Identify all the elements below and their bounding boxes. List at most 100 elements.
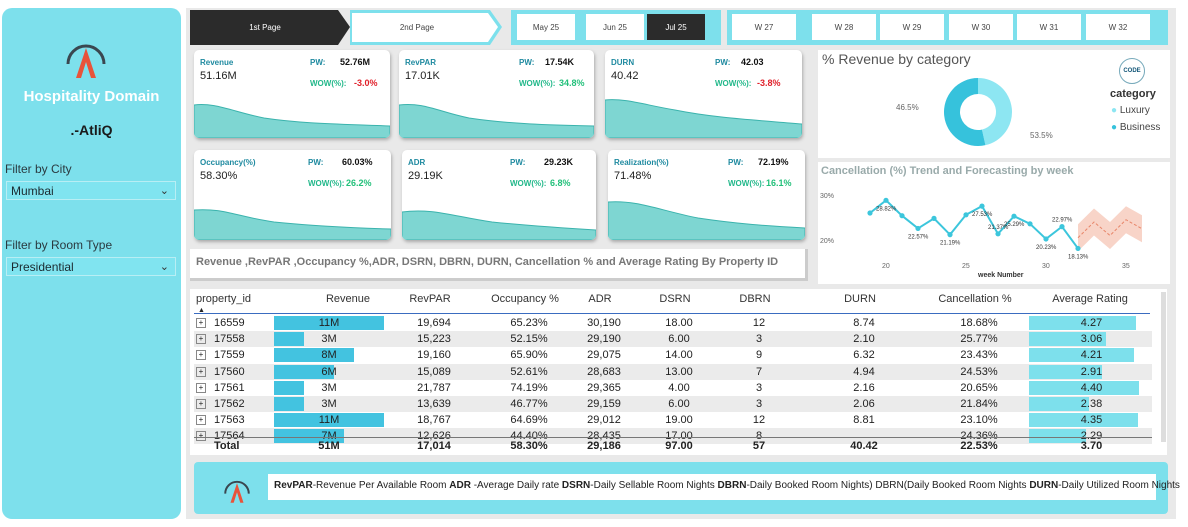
expand-icon[interactable]: + [196, 399, 206, 409]
month-option-selected[interactable]: Jul 25 [647, 14, 705, 40]
trend-data-label: 21.19% [940, 241, 961, 247]
cancellation-value: 18.68% [960, 317, 998, 329]
trend-point[interactable] [995, 231, 1001, 237]
donut-chart: 46.5% 53.5% [896, 78, 1053, 146]
column-header[interactable]: property_id [196, 293, 256, 305]
trend-point[interactable] [1011, 213, 1017, 219]
week-option[interactable]: W 28 [812, 14, 876, 40]
legend-label: Business [1119, 122, 1161, 133]
rating-value: 4.21 [1080, 349, 1103, 362]
column-header[interactable]: Average Rating [1030, 293, 1150, 305]
week-option[interactable]: W 27 [732, 14, 796, 40]
expand-icon[interactable]: + [196, 366, 206, 377]
column-header[interactable]: Occupancy % [480, 293, 570, 305]
kpi-sparkline [402, 210, 596, 240]
dsrn-value: 14.00 [665, 349, 693, 362]
column-header[interactable]: DSRN [645, 293, 705, 305]
month-option[interactable]: Jun 25 [586, 14, 644, 40]
x-tick-label: 30 [1042, 263, 1050, 270]
total-adr: 29,186 [587, 440, 621, 452]
revpar-value: 18,767 [417, 414, 451, 427]
expand-icon[interactable]: + [196, 334, 206, 345]
kpi-card-durn: DURN 40.42 PW: 42.03 WOW(%): -3.8% [605, 50, 802, 138]
revenue-value: 3M [321, 398, 337, 410]
week-option[interactable]: W 30 [949, 14, 1013, 40]
atliq-logo-icon [66, 44, 106, 78]
table-row[interactable]: + 17560 6M 15,089 52.61% 28,683 13.00 7 … [194, 363, 1152, 380]
table-row[interactable]: + 17562 3M 13,639 46.77% 29,159 6.00 3 2… [194, 396, 1152, 412]
glossary-description: -Revenue Per Available Room [312, 480, 450, 491]
expand-icon[interactable]: + [196, 415, 206, 426]
trend-point[interactable] [947, 232, 953, 238]
cancellation-value: 21.84% [960, 398, 998, 410]
property-id: 17563 [214, 414, 245, 427]
table-row[interactable]: + 17563 11M 18,767 64.69% 29,012 19.00 1… [194, 412, 1152, 429]
expand-icon[interactable]: + [196, 318, 206, 328]
kpi-card-adr: ADR 29.19K PW: 29.23K WOW(%): 6.8% [402, 150, 596, 240]
revpar-value: 15,223 [417, 333, 451, 346]
glossary-term: DURN [1029, 480, 1059, 491]
revpar-value: 19,160 [417, 349, 451, 362]
table-row[interactable]: + 17561 3M 21,787 74.19% 29,365 4.00 3 2… [194, 379, 1152, 396]
trend-point[interactable] [931, 215, 937, 221]
week-option[interactable]: W 29 [880, 14, 944, 40]
table-row[interactable]: + 17559 8M 19,160 65.90% 29,075 14.00 9 … [194, 347, 1152, 364]
occupancy-value: 52.61% [510, 365, 548, 378]
totals-row: Total 51M 17,014 58.30% 29,186 97.00 57 … [194, 437, 1152, 452]
cancellation-value: 24.53% [960, 365, 998, 378]
page2-button[interactable]: 2nd Page [352, 10, 482, 45]
city-filter-select[interactable]: Mumbai ⌄ [6, 181, 176, 200]
trend-data-label: 25.29% [1004, 222, 1025, 228]
trend-data-label: 22.57% [908, 234, 929, 240]
trend-data-label: 18.13% [1068, 254, 1089, 260]
adr-value: 29,365 [587, 381, 621, 394]
durn-value: 2.16 [853, 381, 875, 394]
property-id: 16559 [214, 317, 245, 329]
chevron-down-icon: ⌄ [159, 261, 169, 273]
trend-point[interactable] [899, 213, 905, 219]
table-scrollbar[interactable] [1161, 292, 1166, 442]
total-revpar: 17,014 [417, 440, 451, 452]
donut-data-label: 53.5% [1030, 131, 1053, 140]
week-option[interactable]: W 31 [1017, 14, 1081, 40]
column-header[interactable]: DURN [830, 293, 890, 305]
trend-point[interactable] [867, 210, 873, 216]
trend-point[interactable] [979, 203, 985, 209]
trend-point[interactable] [1027, 221, 1033, 227]
trend-point[interactable] [915, 225, 921, 232]
revenue-value: 11M [318, 317, 340, 329]
column-header[interactable]: RevPAR [395, 293, 465, 305]
table-row[interactable]: + 16559 11M 19,694 65.23% 30,190 18.00 1… [194, 315, 1152, 331]
column-header[interactable]: Cancellation % [935, 293, 1015, 305]
trend-point[interactable] [1043, 236, 1049, 242]
durn-value: 8.81 [853, 414, 875, 427]
property-id: 17561 [214, 381, 245, 394]
month-option[interactable]: May 25 [517, 14, 575, 40]
trend-data-label: 20.23% [1036, 245, 1057, 251]
property-table: property_id Revenue RevPAR Occupancy % ADR DS… [190, 289, 1167, 455]
column-header[interactable]: DBRN [730, 293, 780, 305]
forecast-band [1078, 206, 1142, 252]
trend-point[interactable] [1075, 245, 1081, 252]
trend-point[interactable] [1059, 224, 1065, 230]
trend-point[interactable] [883, 197, 889, 203]
expand-icon[interactable]: + [196, 350, 206, 361]
donut-title: % Revenue by category [822, 51, 971, 67]
room-type-filter-select[interactable]: Presidential ⌄ [6, 257, 176, 276]
trend-point[interactable] [963, 212, 969, 218]
table-row[interactable]: + 17558 3M 15,223 52.15% 29,190 6.00 3 2… [194, 331, 1152, 348]
x-tick-label: 25 [962, 263, 970, 270]
y-tick-label: 30% [820, 193, 834, 200]
occupancy-value: 65.23% [510, 317, 548, 329]
city-filter-value: Mumbai [11, 184, 54, 198]
glossary-description: -Daily Booked Room Nights) DBRN(Daily Bo… [746, 480, 1030, 491]
adr-value: 29,190 [587, 333, 621, 346]
header-divider [194, 313, 1150, 314]
week-option[interactable]: W 32 [1086, 14, 1150, 40]
column-header[interactable]: ADR [565, 293, 635, 305]
total-cancellation: 22.53% [960, 440, 998, 452]
page1-button[interactable]: 1st Page [190, 10, 340, 45]
expand-icon[interactable]: + [196, 382, 206, 393]
room-filter-value: Presidential [11, 260, 74, 274]
revpar-value: 13,639 [417, 398, 451, 410]
